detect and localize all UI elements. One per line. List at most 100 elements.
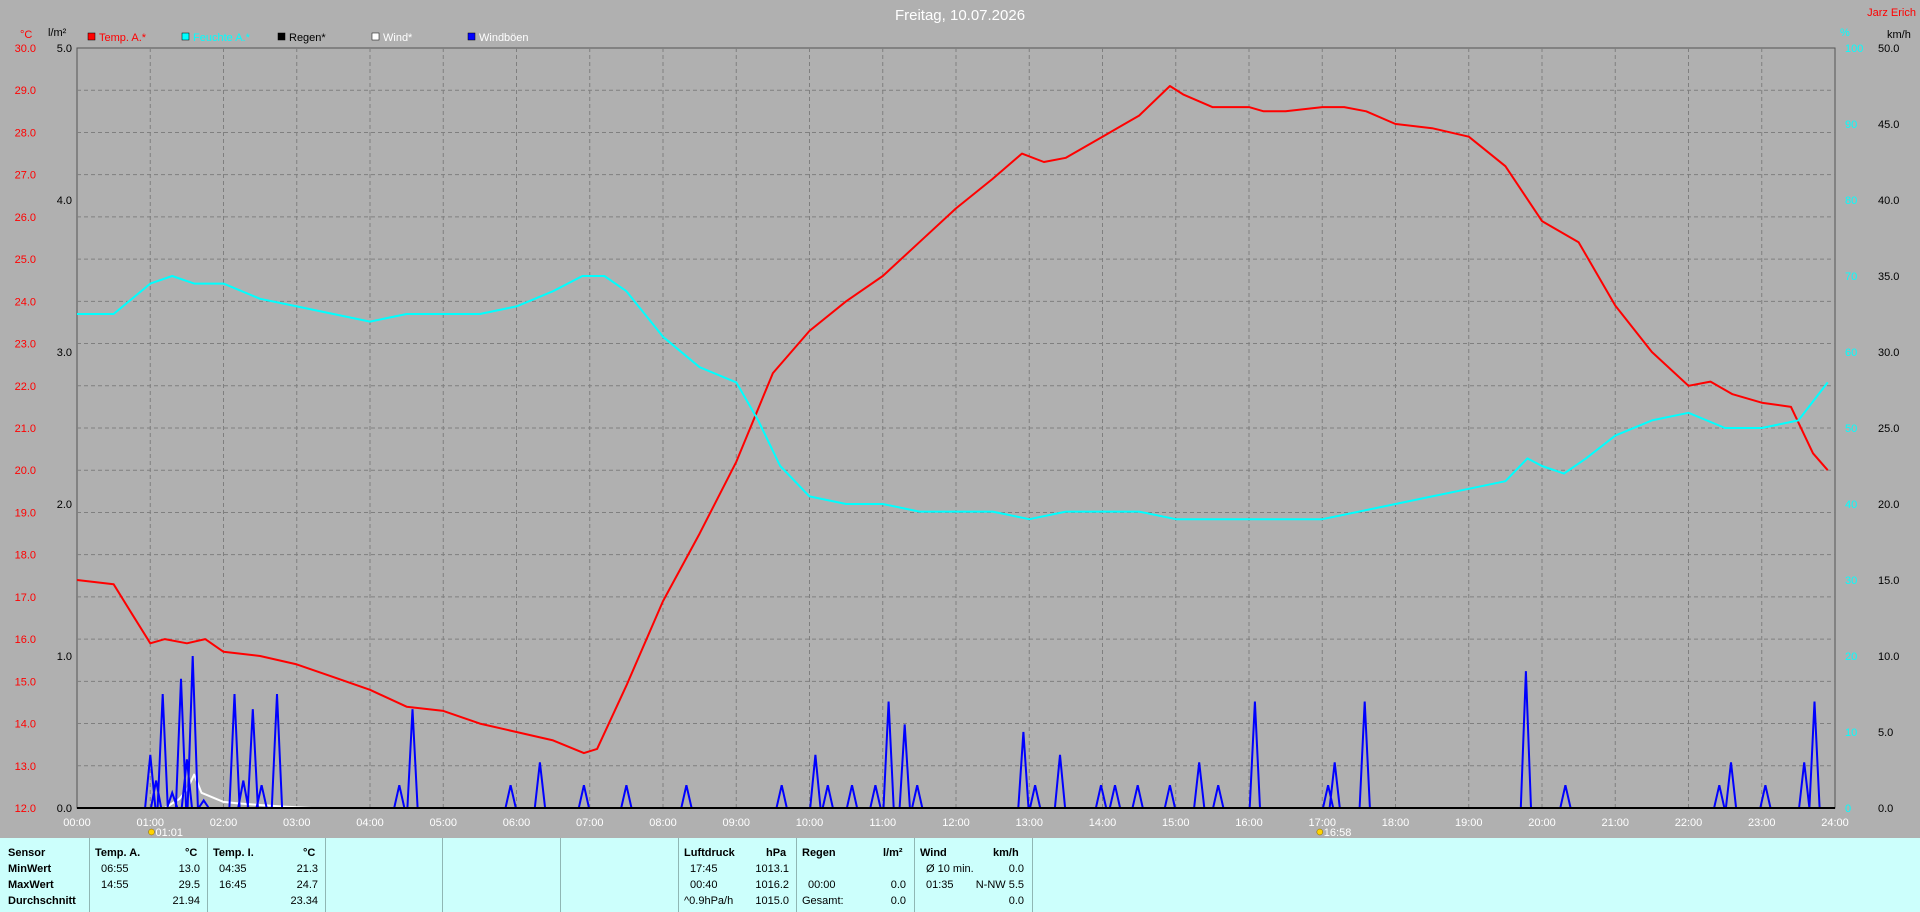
temp-i-avg-value: 23.34 [290,895,318,907]
temp-tick-label: 19.0 [15,507,36,519]
rain-tick-label: 3.0 [57,347,72,359]
wind-tick-label: 45.0 [1878,119,1899,131]
rain-value: 0.0 [890,879,906,891]
wind-title: Wind [920,847,947,859]
temp-tick-label: 26.0 [15,212,36,224]
humidity-tick-label: 90 [1845,119,1857,131]
temp-tick-label: 24.0 [15,296,36,308]
x-tick-label: 10:00 [796,817,824,829]
x-tick-label: 23:00 [1748,817,1776,829]
x-tick-label: 06:00 [503,817,531,829]
wind-tick-label: 10.0 [1878,651,1899,663]
rain-tick-label: 1.0 [57,651,72,663]
pressure-unit: hPa [766,847,787,859]
temp-tick-label: 20.0 [15,465,36,477]
temp-tick-label: 28.0 [15,127,36,139]
x-tick-label: 15:00 [1162,817,1190,829]
x-tick-label: 11:00 [869,817,896,829]
temp-tick-label: 27.0 [15,170,36,182]
stats-divider [796,838,797,912]
temp-tick-label: 29.0 [15,85,36,97]
wind-tick-label: 5.0 [1878,727,1893,739]
wind-max-time: 01:35 [926,879,954,891]
wind-avg-label: Ø 10 min. [926,863,974,875]
x-tick-label: 04:00 [356,817,384,829]
legend-swatch [467,32,476,41]
rain-unit: l/m² [883,847,903,859]
stats-divider [1032,838,1033,912]
sunrise-icon [148,828,155,836]
temp-tick-label: 30.0 [15,43,36,55]
temp-a-max-time: 14:55 [101,879,129,891]
stats-max-label: MaxWert [8,879,54,891]
wind-tick-label: 30.0 [1878,347,1899,359]
x-tick-label: 05:00 [429,817,457,829]
humidity-tick-label: 0 [1845,803,1851,815]
humidity-tick-label: 60 [1845,347,1857,359]
legend-swatch [87,32,96,41]
rain-tick-label: 5.0 [57,43,72,55]
stats-divider [442,838,443,912]
x-tick-label: 21:00 [1601,817,1629,829]
rain-tick-label: 4.0 [57,195,72,207]
x-tick-label: 19:00 [1455,817,1483,829]
stats-divider [560,838,561,912]
temp-tick-label: 17.0 [15,592,36,604]
wind-tick-label: 40.0 [1878,195,1899,207]
temp-a-avg-value: 21.94 [172,895,200,907]
temp-tick-label: 18.0 [15,550,36,562]
x-tick-label: 09:00 [722,817,750,829]
temp-tick-label: 23.0 [15,339,36,351]
temp-unit-label: °C [20,29,32,41]
pressure-max-time: 00:40 [690,879,718,891]
stats-avg-label: Durchschnitt [8,895,76,907]
stats-divider [89,838,90,912]
temp-tick-label: 12.0 [15,803,36,815]
temp-tick-label: 22.0 [15,381,36,393]
wind-tick-label: 0.0 [1878,803,1893,815]
humidity-tick-label: 30 [1845,575,1857,587]
stats-divider [207,838,208,912]
pressure-min-value: 1013.1 [755,863,789,875]
temp-a-unit: °C [185,847,198,859]
pressure-trend-label: ^0.9hPa/h [684,895,734,907]
wind-unit: km/h [993,847,1019,859]
temp-tick-label: 25.0 [15,254,36,266]
temp-i-max-value: 24.7 [296,879,318,891]
temp-tick-label: 13.0 [15,761,36,773]
wind-tick-label: 35.0 [1878,271,1899,283]
x-tick-label: 13:00 [1015,817,1043,829]
wind-tick-label: 20.0 [1878,499,1899,511]
x-tick-label: 12:00 [942,817,970,829]
humidity-unit-label: % [1840,27,1850,39]
temp-i-title: Temp. I. [213,847,254,859]
temp-i-max-time: 16:45 [219,879,247,891]
humidity-tick-label: 40 [1845,499,1857,511]
station-name: Jarz Erich [1867,7,1916,19]
legend-label: Regen* [289,32,326,44]
pressure-min-time: 17:45 [690,863,718,875]
legend-swatch [371,32,380,41]
x-tick-label: 16:00 [1235,817,1263,829]
rain-title: Regen [802,847,836,859]
rain-tick-label: 0.0 [57,803,72,815]
stats-sensor-label: Sensor [8,847,46,859]
legend-label: Windböen [479,32,529,44]
x-tick-label: 07:00 [576,817,604,829]
stats-panel: Sensor MinWert MaxWert Durchschnitt Temp… [0,838,1920,912]
sunrise-time: 01:01 [155,827,183,838]
x-tick-label: 00:00 [63,817,91,829]
rain-tick-label: 2.0 [57,499,72,511]
wind-unit-label: km/h [1887,29,1911,41]
x-tick-label: 22:00 [1675,817,1703,829]
legend-swatch [181,32,190,41]
temp-i-min-value: 21.3 [296,863,318,875]
rain-unit-label: l/m² [48,27,67,39]
legend-swatch [277,32,286,41]
rain-time: 00:00 [808,879,836,891]
humidity-tick-label: 100 [1845,43,1863,55]
wind-third-value: 0.0 [1008,895,1024,907]
x-tick-label: 18:00 [1382,817,1410,829]
stats-divider [325,838,326,912]
humidity-tick-label: 10 [1845,727,1857,739]
